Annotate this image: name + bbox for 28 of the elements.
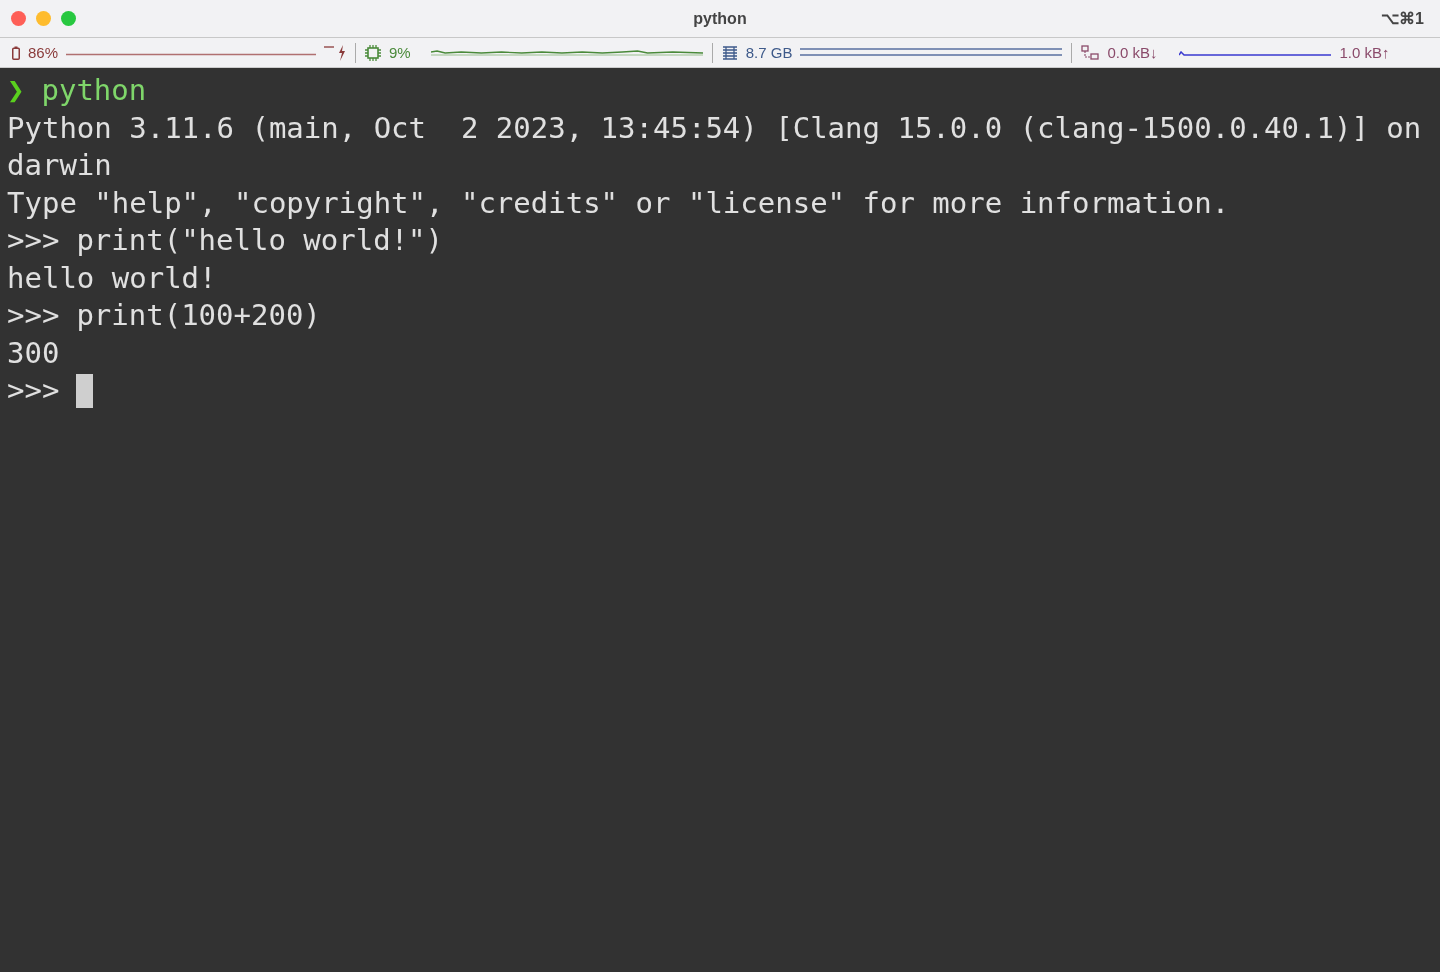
cpu-reading: 9% [389, 44, 411, 61]
zoom-button[interactable] [61, 11, 76, 26]
battery-icon [12, 45, 20, 60]
repl-prompt: >>> [7, 372, 60, 409]
memory-icon [721, 45, 738, 60]
repl-prompt: >>> [7, 222, 60, 259]
output-text: Type "help", "copyright", "credits" or "license" for more information. [7, 184, 1230, 222]
close-button[interactable] [11, 11, 26, 26]
charging-icon [324, 44, 347, 61]
chip-icon [365, 44, 382, 61]
shell-command: python [41, 72, 147, 109]
minimize-button[interactable] [36, 11, 51, 26]
output-text: 300 [7, 334, 60, 372]
window-title: python [693, 9, 747, 28]
network-icon [1081, 44, 1100, 61]
output-text: Python 3.11.6 (main, Oct 2 2023, 13:45:54) [Clang 15.0.0 (clang-1500.0.40.1)] on [7, 109, 1422, 147]
code-text: print("hello world!") [76, 222, 444, 259]
output-text: darwin [7, 147, 112, 184]
text-cursor [76, 373, 94, 408]
repl-prompt: >>> [7, 297, 60, 334]
upload-reading: 1.0 kB↑ [1339, 44, 1390, 61]
battery-reading: 86% [28, 44, 59, 61]
code-text: print(100+200) [76, 297, 321, 334]
tab-shortcut: ⌥⌘1 [1381, 9, 1425, 28]
output-text: hello world! [7, 259, 217, 297]
prompt-symbol: ❯ [7, 72, 25, 109]
download-reading: 0.0 kB↓ [1107, 44, 1158, 61]
memory-reading: 8.7 GB [745, 44, 793, 61]
